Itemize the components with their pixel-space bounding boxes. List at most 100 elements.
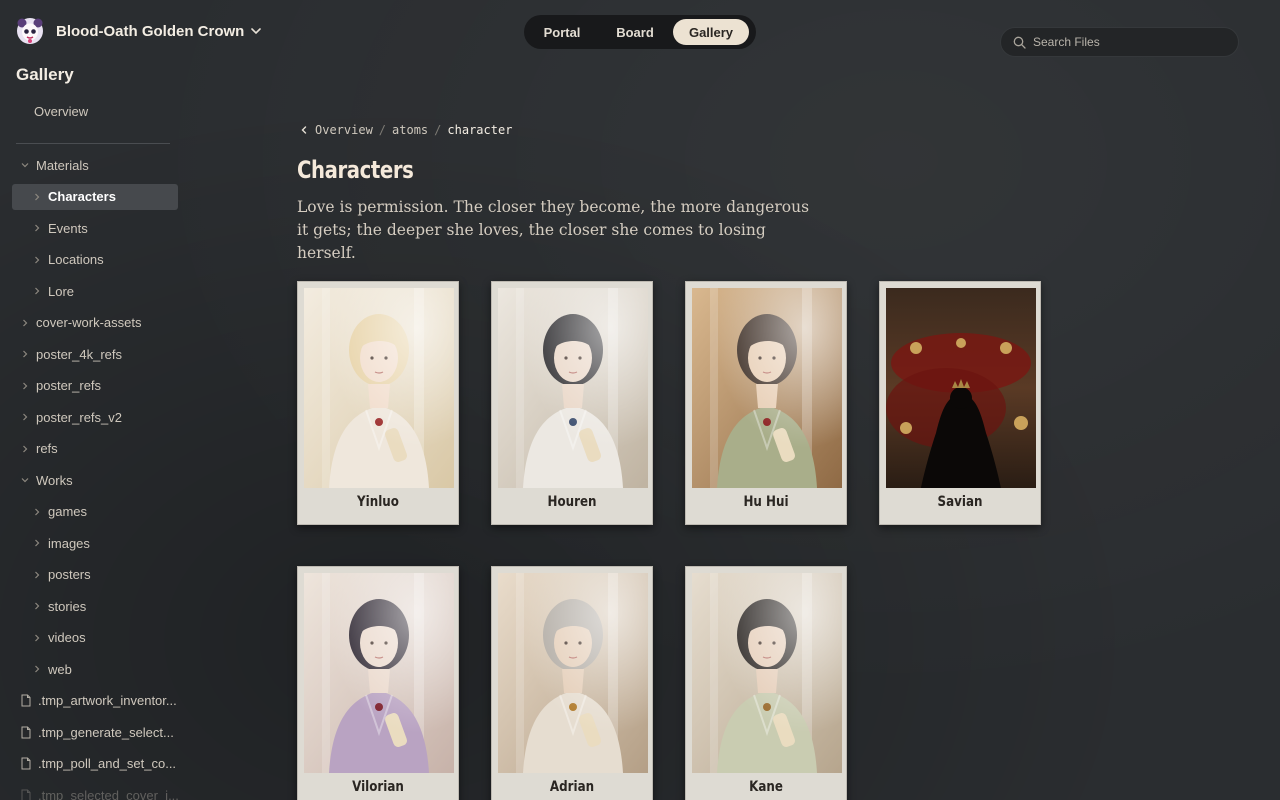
- sidebar-folder-13[interactable]: posters: [12, 562, 178, 588]
- chevron-right-icon: [35, 256, 40, 263]
- sidebar-item-label: games: [48, 504, 88, 519]
- sidebar-item-label: cover-work-assets: [36, 315, 142, 330]
- chevron-right-icon: [35, 539, 40, 547]
- sidebar-file-18[interactable]: .tmp_generate_select...: [12, 719, 178, 745]
- sidebar: Blood-Oath Golden Crown Gallery Overview…: [0, 0, 300, 800]
- character-name: Yinluo: [357, 494, 399, 510]
- chevron-left-icon[interactable]: [299, 125, 309, 135]
- character-card[interactable]: Kane: [685, 566, 847, 800]
- chevron-right-icon: [23, 445, 28, 452]
- sidebar-item-label: web: [48, 661, 72, 677]
- sidebar-folder-7[interactable]: poster_refs: [12, 373, 178, 399]
- sidebar-section-title: Gallery: [16, 65, 74, 84]
- sidebar-item-label: Locations: [48, 252, 104, 267]
- search-box[interactable]: [1000, 27, 1239, 57]
- file-icon: [21, 789, 31, 800]
- sidebar-item-label: poster_refs_v2: [36, 409, 122, 425]
- tab-gallery[interactable]: Gallery: [673, 19, 749, 45]
- character-card[interactable]: Vilorian: [297, 566, 459, 800]
- character-portrait: [498, 288, 648, 488]
- file-icon: [21, 757, 31, 770]
- sidebar-item-label: .tmp_selected_cover_i...: [38, 787, 178, 800]
- sidebar-folder-15[interactable]: videos: [12, 625, 178, 651]
- chevron-right-icon: [23, 319, 28, 326]
- sidebar-item-label: Characters: [48, 189, 116, 204]
- sidebar-folder-2[interactable]: Events: [12, 215, 178, 241]
- chevron-right-icon: [23, 350, 28, 358]
- sidebar-divider: [16, 143, 170, 144]
- chevron-right-icon: [35, 665, 40, 673]
- breadcrumb-separator: /: [378, 123, 387, 137]
- sidebar-folder-6[interactable]: poster_4k_refs: [12, 341, 178, 367]
- sidebar-folder-16[interactable]: web: [12, 656, 178, 682]
- view-switcher: Portal Board Gallery: [524, 15, 756, 49]
- sidebar-folder-0[interactable]: Materials: [12, 152, 178, 178]
- tab-portal[interactable]: Portal: [527, 19, 597, 45]
- breadcrumb-current: character: [447, 123, 513, 137]
- character-card[interactable]: Hu Hui: [685, 281, 847, 525]
- chevron-right-icon: [23, 382, 28, 389]
- sidebar-folder-10[interactable]: Works: [12, 467, 178, 493]
- sidebar-folder-11[interactable]: games: [12, 499, 178, 525]
- sidebar-folder-12[interactable]: images: [12, 530, 178, 556]
- sidebar-item-label: .tmp_generate_select...: [38, 724, 174, 740]
- character-portrait: [304, 288, 454, 488]
- character-name: Hu Hui: [743, 494, 789, 510]
- character-portrait: [692, 288, 842, 488]
- breadcrumb-separator: /: [434, 123, 442, 137]
- sidebar-folder-3[interactable]: Locations: [12, 247, 178, 273]
- character-name: Adrian: [549, 779, 595, 795]
- sidebar-folder-8[interactable]: poster_refs_v2: [12, 404, 178, 430]
- sidebar-file-19[interactable]: .tmp_poll_and_set_co...: [12, 751, 178, 777]
- file-icon: [21, 694, 31, 707]
- sidebar-item-label: Lore: [48, 283, 75, 299]
- sidebar-item-label: .tmp_artwork_inventor...: [38, 693, 177, 708]
- character-name: Vilorian: [352, 779, 404, 795]
- sidebar-folder-14[interactable]: stories: [12, 593, 178, 619]
- sidebar-file-20[interactable]: .tmp_selected_cover_i...: [12, 782, 178, 800]
- sidebar-folder-9[interactable]: refs: [12, 436, 178, 462]
- file-icon: [21, 726, 31, 738]
- sidebar-file-17[interactable]: .tmp_artwork_inventor...: [12, 688, 178, 714]
- sidebar-item-label: Events: [48, 220, 88, 236]
- chevron-right-icon: [35, 634, 40, 641]
- character-portrait: [886, 288, 1036, 488]
- sidebar-item-label: images: [48, 535, 90, 551]
- character-card[interactable]: Yinluo: [297, 281, 459, 525]
- sidebar-item-label: .tmp_poll_and_set_co...: [38, 756, 177, 771]
- sidebar-item-label: posters: [48, 567, 91, 582]
- sidebar-folder-5[interactable]: cover-work-assets: [12, 310, 178, 336]
- character-name: Kane: [749, 779, 783, 795]
- character-portrait: [498, 573, 648, 773]
- chevron-down-icon[interactable]: [248, 23, 264, 39]
- sidebar-item-overview[interactable]: Overview: [34, 104, 88, 119]
- search-icon: [1013, 36, 1026, 49]
- project-switcher[interactable]: Blood-Oath Golden Crown: [16, 17, 266, 45]
- sidebar-item-label: videos: [48, 630, 86, 645]
- chevron-down-icon: [21, 478, 29, 483]
- search-input[interactable]: [1033, 35, 1223, 49]
- character-portrait: [692, 573, 842, 773]
- skull-avatar-icon: [16, 17, 44, 45]
- breadcrumb: Overview / atoms / character: [299, 123, 512, 137]
- sidebar-item-label: poster_4k_refs: [36, 346, 122, 362]
- character-card[interactable]: Houren: [491, 281, 653, 525]
- character-card[interactable]: Savian: [879, 281, 1041, 525]
- sidebar-folder-4[interactable]: Lore: [12, 278, 178, 304]
- sidebar-item-label: stories: [48, 598, 87, 614]
- page-title: Characters: [297, 156, 414, 184]
- chevron-right-icon: [35, 287, 40, 295]
- character-name: Houren: [547, 494, 597, 510]
- character-portrait: [304, 573, 454, 773]
- chevron-right-icon: [35, 224, 40, 232]
- tab-board[interactable]: Board: [597, 19, 673, 45]
- breadcrumb-item-overview[interactable]: Overview: [315, 123, 373, 137]
- chevron-right-icon: [35, 193, 40, 200]
- chevron-down-icon: [21, 163, 29, 168]
- chevron-right-icon: [35, 571, 40, 578]
- character-name: Savian: [937, 494, 983, 510]
- chevron-right-icon: [23, 413, 28, 421]
- breadcrumb-item-atoms[interactable]: atoms: [392, 123, 428, 137]
- sidebar-folder-1[interactable]: Characters: [12, 183, 178, 210]
- character-card[interactable]: Adrian: [491, 566, 653, 800]
